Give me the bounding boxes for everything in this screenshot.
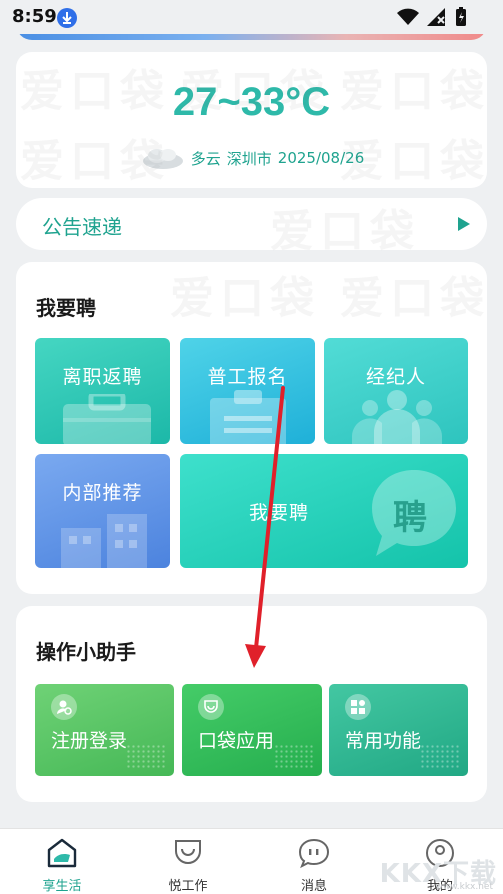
corner-url: www.kkx.net <box>435 882 494 892</box>
annotation-arrow <box>245 386 285 668</box>
